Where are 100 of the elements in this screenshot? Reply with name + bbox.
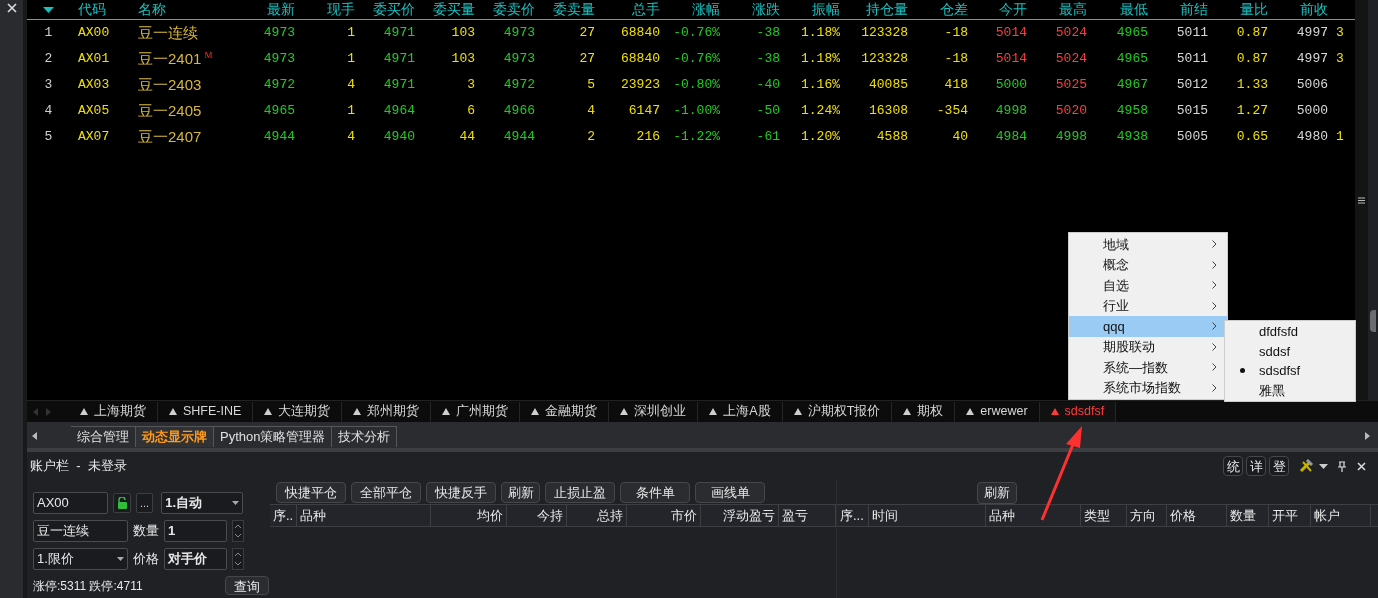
column-header[interactable]: 浮动盈亏 [701,505,779,526]
column-header[interactable]: 今开 [999,0,1027,20]
contract-name: 豆一2405 [138,100,202,121]
column-header[interactable]: 量比 [1240,0,1268,20]
tools-icon[interactable] [1299,459,1315,473]
menu-item[interactable]: 概念 [1069,254,1227,275]
column-header[interactable]: 今持 [507,505,567,526]
column-header[interactable]: 盈亏 [779,505,836,526]
close-icon[interactable] [6,3,17,13]
column-header[interactable]: 最新 [267,0,295,20]
column-header[interactable]: 时间 [869,505,986,526]
panel-button[interactable]: 统 [1223,456,1243,476]
panel-button[interactable]: 登 [1269,456,1289,476]
column-header[interactable]: 委卖量 [553,0,595,20]
column-header[interactable]: 方向 [1127,505,1167,526]
panel-button[interactable]: 详 [1246,456,1266,476]
market-tab[interactable]: 上海期货 [69,401,158,422]
menu-item[interactable]: sdsdfsf [1225,361,1355,381]
column-header[interactable]: 总持 [567,505,627,526]
menu-item[interactable]: 系统—指数 [1069,357,1227,378]
table-cell-text: 5000 [995,76,1027,95]
right-arrow-icon[interactable] [1365,432,1370,440]
market-tab[interactable]: 深圳创业 [609,401,699,422]
column-header[interactable]: 最高 [1059,0,1087,20]
menu-item[interactable]: sddsf [1225,341,1355,361]
market-tab[interactable]: 上海A股 [698,401,783,422]
resize-handle[interactable] [1370,310,1376,332]
column-header[interactable]: 开平 [1269,505,1311,526]
column-header[interactable]: 帐户 [1311,505,1371,526]
workspace-tab[interactable]: 综合管理 [71,426,136,447]
action-button[interactable]: 刷新 [501,482,540,503]
column-header[interactable]: 持仓量 [866,0,908,20]
market-tab[interactable]: 大连期货 [253,401,343,422]
spinner-icon[interactable] [232,548,244,570]
menu-item[interactable]: 系统市场指数 [1069,377,1227,398]
column-header[interactable]: 市价 [627,505,701,526]
more-button[interactable]: ... [136,493,154,513]
action-button[interactable]: 快捷反手 [426,482,496,503]
menu-item[interactable]: 雅黑 [1225,380,1355,400]
market-tab[interactable]: 郑州期货 [342,401,432,422]
table-cell-text: 123328 [861,50,908,69]
column-header[interactable]: 名称 [138,0,166,20]
column-header[interactable]: 序.. [270,505,297,526]
sort-icon[interactable] [43,6,54,13]
market-tab[interactable]: 广州期货 [431,401,521,422]
market-tab[interactable]: 金融期货 [520,401,610,422]
price-field[interactable]: 对手价 [164,548,227,570]
menu-item[interactable]: qqq [1069,316,1227,337]
column-header[interactable]: 仓差 [940,0,968,20]
market-tab[interactable]: erwewer [955,401,1040,422]
dropdown-caret-icon[interactable] [1319,463,1328,469]
market-tab[interactable]: SHFE-INE [158,401,254,422]
unlock-button[interactable] [113,493,131,513]
market-tab[interactable]: sdsdfsf [1039,401,1117,422]
market-tab[interactable]: 期权 [892,401,956,422]
column-header[interactable]: 振幅 [812,0,840,20]
column-header[interactable]: 前收 [1300,0,1328,20]
scrollbar[interactable] [1355,0,1368,400]
pin-icon[interactable] [1338,460,1346,472]
refresh-button[interactable]: 刷新 [977,482,1017,504]
price-type-select[interactable]: 1.限价 [33,548,128,570]
column-header[interactable]: 代码 [78,0,106,20]
column-header[interactable]: 前结 [1180,0,1208,20]
code-field[interactable]: AX00 [33,492,108,514]
workspace-tab[interactable]: Python策略管理器 [214,426,333,447]
action-button[interactable]: 条件单 [620,482,690,503]
column-header[interactable]: 品种 [297,505,431,526]
column-header[interactable]: 序... [837,505,869,526]
column-header[interactable]: 价格 [1167,505,1227,526]
close-icon[interactable] [1357,461,1366,471]
workspace-tab[interactable]: 技术分析 [332,426,398,447]
column-header[interactable]: 涨幅 [692,0,720,20]
quantity-field[interactable]: 1 [164,520,227,542]
menu-item[interactable]: dfdfsfd [1225,322,1355,342]
column-header[interactable]: 委卖价 [493,0,535,20]
column-header[interactable]: 均价 [431,505,507,526]
action-button[interactable]: 止损止盈 [545,482,615,503]
menu-item[interactable]: 地域 [1069,234,1227,255]
spinner-icon[interactable] [232,520,244,542]
column-header[interactable]: 类型 [1081,505,1127,526]
column-header[interactable]: 品种 [986,505,1081,526]
mode-select[interactable]: 1.自动 [161,492,244,514]
column-header[interactable]: 现手 [327,0,355,20]
menu-item[interactable]: 期股联动 [1069,336,1227,357]
column-header[interactable]: 涨跌 [752,0,780,20]
column-header[interactable]: 委买价 [373,0,415,20]
action-button[interactable]: 快捷平仓 [276,482,346,503]
action-button[interactable]: 全部平仓 [351,482,421,503]
action-button[interactable]: 画线单 [695,482,765,503]
market-tab[interactable]: 沪期权T报价 [782,401,893,422]
contract-field[interactable]: 豆一连续 [33,520,128,542]
column-header[interactable]: 总手 [632,0,660,20]
column-header[interactable]: 最低 [1120,0,1148,20]
menu-item[interactable]: 自选 [1069,275,1227,296]
column-header[interactable]: 数量 [1227,505,1269,526]
query-button[interactable]: 查询 [225,576,269,595]
column-header[interactable]: 委买量 [433,0,475,20]
left-arrow-icon[interactable] [32,432,37,440]
menu-item[interactable]: 行业 [1069,295,1227,316]
workspace-tab[interactable]: 动态显示牌 [136,426,214,447]
